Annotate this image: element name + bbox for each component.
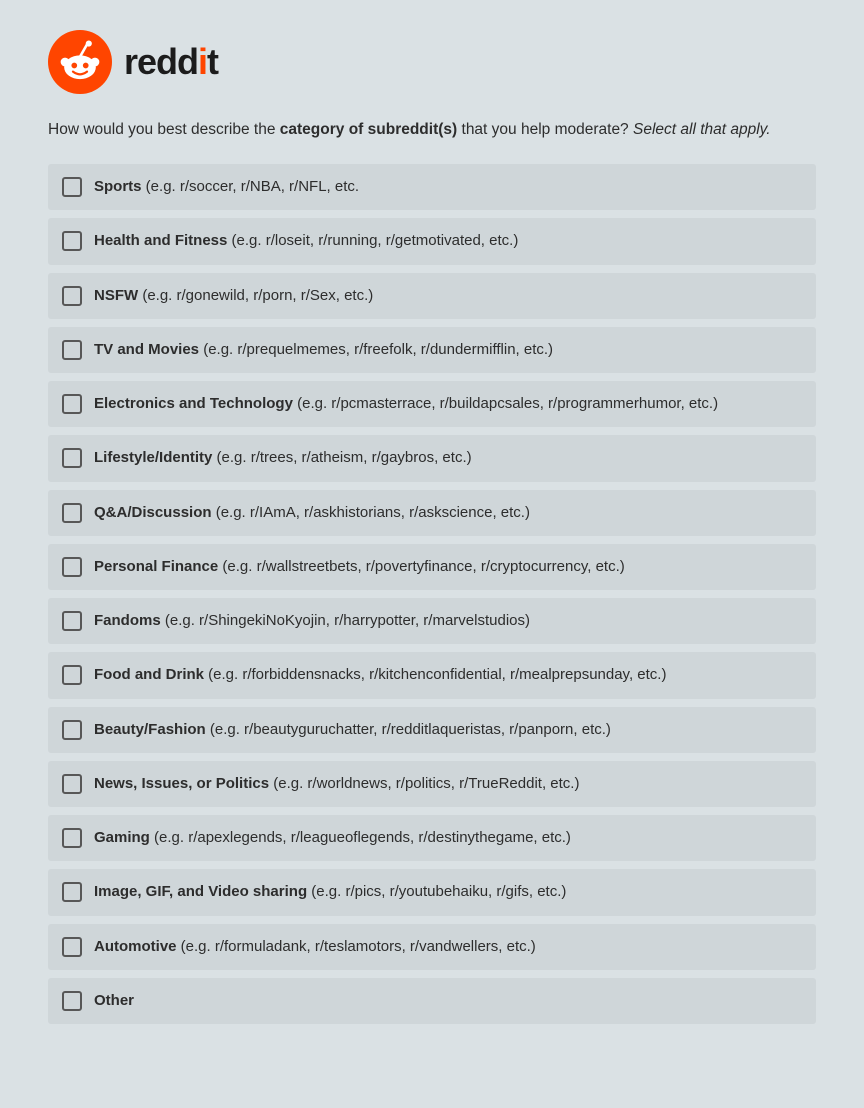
option-title: Sports: [94, 178, 142, 195]
option-row[interactable]: Other: [48, 978, 816, 1024]
checkbox[interactable]: [62, 394, 82, 414]
option-label: TV and Movies (e.g. r/prequelmemes, r/fr…: [94, 340, 553, 360]
option-row[interactable]: Image, GIF, and Video sharing (e.g. r/pi…: [48, 869, 816, 915]
checkbox[interactable]: [62, 828, 82, 848]
option-example: (e.g. r/formuladank, r/teslamotors, r/va…: [177, 938, 536, 955]
option-title: Lifestyle/Identity: [94, 449, 212, 466]
option-example: (e.g. r/soccer, r/NBA, r/NFL, etc.: [142, 178, 360, 195]
checkbox[interactable]: [62, 611, 82, 631]
reddit-logo-icon: [48, 30, 112, 94]
option-example: (e.g. r/pics, r/youtubehaiku, r/gifs, et…: [307, 883, 566, 900]
option-label: Personal Finance (e.g. r/wallstreetbets,…: [94, 557, 625, 577]
option-row[interactable]: Beauty/Fashion (e.g. r/beautyguruchatter…: [48, 707, 816, 753]
option-label: Lifestyle/Identity (e.g. r/trees, r/athe…: [94, 448, 472, 468]
option-title: Automotive: [94, 938, 177, 955]
option-label: Beauty/Fashion (e.g. r/beautyguruchatter…: [94, 720, 611, 740]
checkbox[interactable]: [62, 448, 82, 468]
option-row[interactable]: Health and Fitness (e.g. r/loseit, r/run…: [48, 218, 816, 264]
option-row[interactable]: Food and Drink (e.g. r/forbiddensnacks, …: [48, 652, 816, 698]
option-row[interactable]: Sports (e.g. r/soccer, r/NBA, r/NFL, etc…: [48, 164, 816, 210]
option-title: Fandoms: [94, 612, 161, 629]
option-title: Food and Drink: [94, 666, 204, 683]
checkbox[interactable]: [62, 503, 82, 523]
option-row[interactable]: Q&A/Discussion (e.g. r/IAmA, r/askhistor…: [48, 490, 816, 536]
option-label: News, Issues, or Politics (e.g. r/worldn…: [94, 774, 579, 794]
option-title: Personal Finance: [94, 558, 218, 575]
survey-page: reddit How would you best describe the c…: [0, 0, 864, 1064]
option-example: (e.g. r/loseit, r/running, r/getmotivate…: [227, 232, 518, 249]
option-label: Other: [94, 991, 134, 1011]
option-label: Fandoms (e.g. r/ShingekiNoKyojin, r/harr…: [94, 611, 530, 631]
option-title: Health and Fitness: [94, 232, 227, 249]
option-example: (e.g. r/wallstreetbets, r/povertyfinance…: [218, 558, 625, 575]
question-text: How would you best describe the category…: [48, 118, 816, 142]
checkbox[interactable]: [62, 231, 82, 251]
option-row[interactable]: Personal Finance (e.g. r/wallstreetbets,…: [48, 544, 816, 590]
option-label: Health and Fitness (e.g. r/loseit, r/run…: [94, 231, 518, 251]
option-title: News, Issues, or Politics: [94, 775, 269, 792]
option-row[interactable]: Automotive (e.g. r/formuladank, r/teslam…: [48, 924, 816, 970]
option-example: (e.g. r/prequelmemes, r/freefolk, r/dund…: [199, 341, 553, 358]
option-example: (e.g. r/gonewild, r/porn, r/Sex, etc.): [138, 287, 373, 304]
option-row[interactable]: TV and Movies (e.g. r/prequelmemes, r/fr…: [48, 327, 816, 373]
option-title: TV and Movies: [94, 341, 199, 358]
option-row[interactable]: Electronics and Technology (e.g. r/pcmas…: [48, 381, 816, 427]
option-example: (e.g. r/beautyguruchatter, r/redditlaque…: [206, 721, 611, 738]
option-title: Other: [94, 992, 134, 1009]
option-label: Image, GIF, and Video sharing (e.g. r/pi…: [94, 882, 566, 902]
option-row[interactable]: Fandoms (e.g. r/ShingekiNoKyojin, r/harr…: [48, 598, 816, 644]
checkbox[interactable]: [62, 557, 82, 577]
option-label: Electronics and Technology (e.g. r/pcmas…: [94, 394, 718, 414]
option-label: Sports (e.g. r/soccer, r/NBA, r/NFL, etc…: [94, 177, 359, 197]
option-example: (e.g. r/trees, r/atheism, r/gaybros, etc…: [212, 449, 471, 466]
checkbox[interactable]: [62, 774, 82, 794]
option-example: (e.g. r/apexlegends, r/leagueoflegends, …: [150, 829, 571, 846]
option-row[interactable]: NSFW (e.g. r/gonewild, r/porn, r/Sex, et…: [48, 273, 816, 319]
option-title: Beauty/Fashion: [94, 721, 206, 738]
option-label: Food and Drink (e.g. r/forbiddensnacks, …: [94, 665, 666, 685]
checkbox[interactable]: [62, 991, 82, 1011]
option-row[interactable]: Gaming (e.g. r/apexlegends, r/leagueofle…: [48, 815, 816, 861]
option-label: Q&A/Discussion (e.g. r/IAmA, r/askhistor…: [94, 503, 530, 523]
option-label: NSFW (e.g. r/gonewild, r/porn, r/Sex, et…: [94, 286, 373, 306]
option-row[interactable]: Lifestyle/Identity (e.g. r/trees, r/athe…: [48, 435, 816, 481]
checkbox[interactable]: [62, 882, 82, 902]
option-title: Image, GIF, and Video sharing: [94, 883, 307, 900]
option-title: Gaming: [94, 829, 150, 846]
checkbox[interactable]: [62, 720, 82, 740]
option-label: Gaming (e.g. r/apexlegends, r/leagueofle…: [94, 828, 571, 848]
checkbox[interactable]: [62, 937, 82, 957]
reddit-wordmark: reddit: [124, 41, 218, 83]
option-example: (e.g. r/forbiddensnacks, r/kitchenconfid…: [204, 666, 666, 683]
logo-row: reddit: [48, 30, 816, 94]
checkbox[interactable]: [62, 340, 82, 360]
checkbox[interactable]: [62, 286, 82, 306]
option-example: (e.g. r/ShingekiNoKyojin, r/harrypotter,…: [161, 612, 530, 629]
option-label: Automotive (e.g. r/formuladank, r/teslam…: [94, 937, 536, 957]
options-list: Sports (e.g. r/soccer, r/NBA, r/NFL, etc…: [48, 164, 816, 1024]
option-example: (e.g. r/pcmasterrace, r/buildapcsales, r…: [293, 395, 718, 412]
checkbox[interactable]: [62, 177, 82, 197]
option-example: (e.g. r/IAmA, r/askhistorians, r/askscie…: [212, 504, 530, 521]
option-title: NSFW: [94, 287, 138, 304]
option-title: Q&A/Discussion: [94, 504, 212, 521]
option-title: Electronics and Technology: [94, 395, 293, 412]
option-example: (e.g. r/worldnews, r/politics, r/TrueRed…: [269, 775, 579, 792]
checkbox[interactable]: [62, 665, 82, 685]
option-row[interactable]: News, Issues, or Politics (e.g. r/worldn…: [48, 761, 816, 807]
